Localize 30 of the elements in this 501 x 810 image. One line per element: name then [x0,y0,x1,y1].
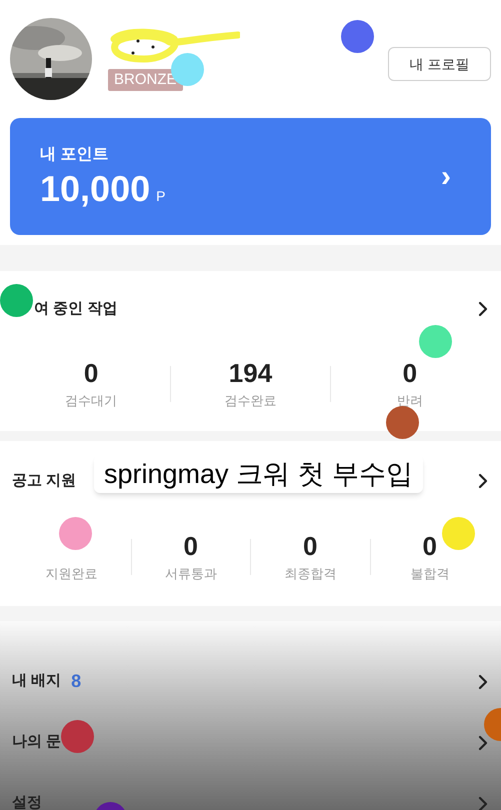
stat-value: 194 [228,357,272,389]
stat-label: 불합격 [410,565,450,583]
section-title[interactable]: 여 중인 작업 [34,298,118,320]
menu-item[interactable]: 내 배지 [12,670,62,693]
chevron-icon: › [441,154,451,199]
points-unit: P [156,186,166,206]
caption-sticker: springmay 크워 첫 부수입 [94,455,424,493]
stat-label: 지원완료 [45,565,98,583]
chevron-right-icon [477,794,489,810]
stat-label: 서류통과 [164,565,217,583]
chevron-right-icon[interactable] [477,300,489,318]
stat-value: 0 [422,530,437,562]
stat-value: 0 [184,530,198,562]
stat-label: 최종합격 [284,565,336,583]
menu-item[interactable]: 나의 문 [12,731,62,754]
points-card[interactable]: 내 포인트 10,000 P › [10,118,491,235]
points-label: 내 포인트 [40,144,110,164]
stat-label: 검수완료 [224,392,276,410]
chevron-right-icon [477,672,489,690]
chevron-right-icon [477,734,489,752]
section-title[interactable]: 공고 지원 [12,470,76,492]
stat-label: 반려 [396,392,423,410]
points-value: 10,000 [40,166,150,210]
stat-label: 검수대기 [65,392,118,410]
stat-value: 0 [303,530,318,562]
chevron-right-icon[interactable] [477,472,489,490]
stat-value: 0 [402,357,418,389]
profile-button[interactable]: 내 프로필 [388,47,491,81]
badge-count: 8 [71,670,82,693]
stat-value: 0 [84,357,98,389]
